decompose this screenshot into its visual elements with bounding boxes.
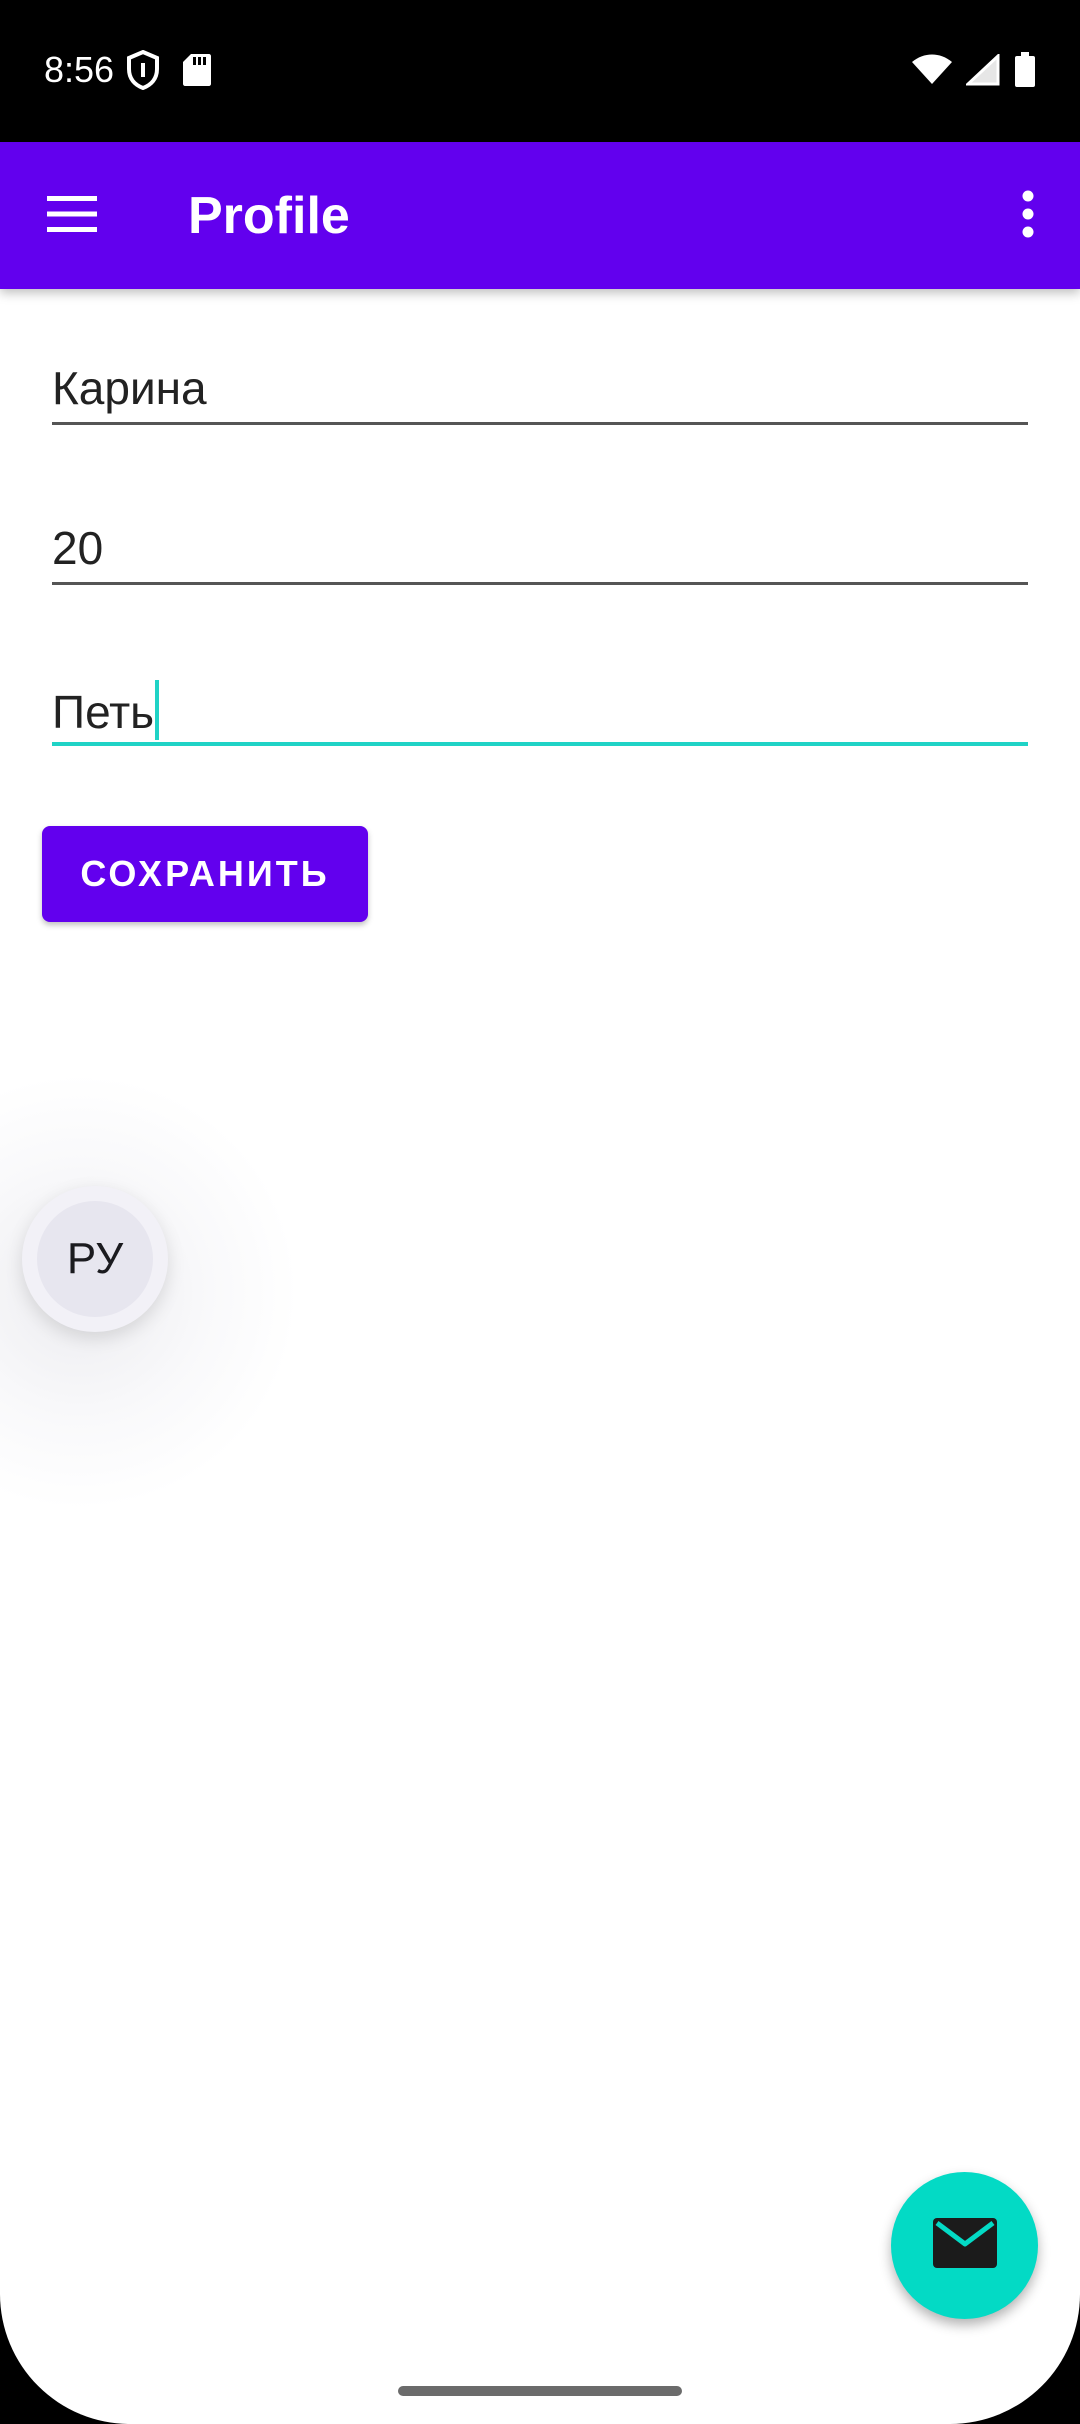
age-field[interactable]: 20 [52,506,1028,585]
cell-signal-icon [964,52,1000,91]
hamburger-menu-icon [47,195,97,237]
battery-icon [1014,52,1036,93]
age-field-value: 20 [52,522,104,574]
screen: 8:56 Profile Карина 20 Петь СОХРАНИТЬ РУ [0,0,1080,2424]
save-button[interactable]: СОХРАНИТЬ [42,826,368,922]
language-switch-bubble[interactable]: РУ [22,1186,168,1332]
page-title: Profile [188,187,350,245]
language-label: РУ [37,1201,153,1317]
mail-fab-button[interactable] [891,2172,1038,2319]
overflow-menu-button[interactable] [996,178,1060,254]
name-field-value: Карина [52,362,207,414]
status-time: 8:56 [44,49,115,90]
third-field[interactable]: Петь [52,666,1028,746]
toolbar: Profile [0,142,1080,289]
status-left-icons [126,49,212,95]
status-right-icons [912,52,1036,93]
third-field-value: Петь [52,686,155,738]
third-field-value-wrap: Петь [52,680,160,740]
text-cursor [155,680,160,740]
wifi-icon [912,54,952,91]
home-indicator[interactable] [398,2386,682,2396]
sd-card-icon [182,52,212,93]
more-vert-icon [1022,190,1034,243]
name-field[interactable]: Карина [52,346,1028,425]
status-bar: 8:56 [0,0,1080,142]
mail-icon [932,2218,997,2273]
shield-icon [126,49,160,95]
menu-button[interactable] [24,178,120,254]
app-content: Profile Карина 20 Петь СОХРАНИТЬ РУ [0,142,1080,2424]
